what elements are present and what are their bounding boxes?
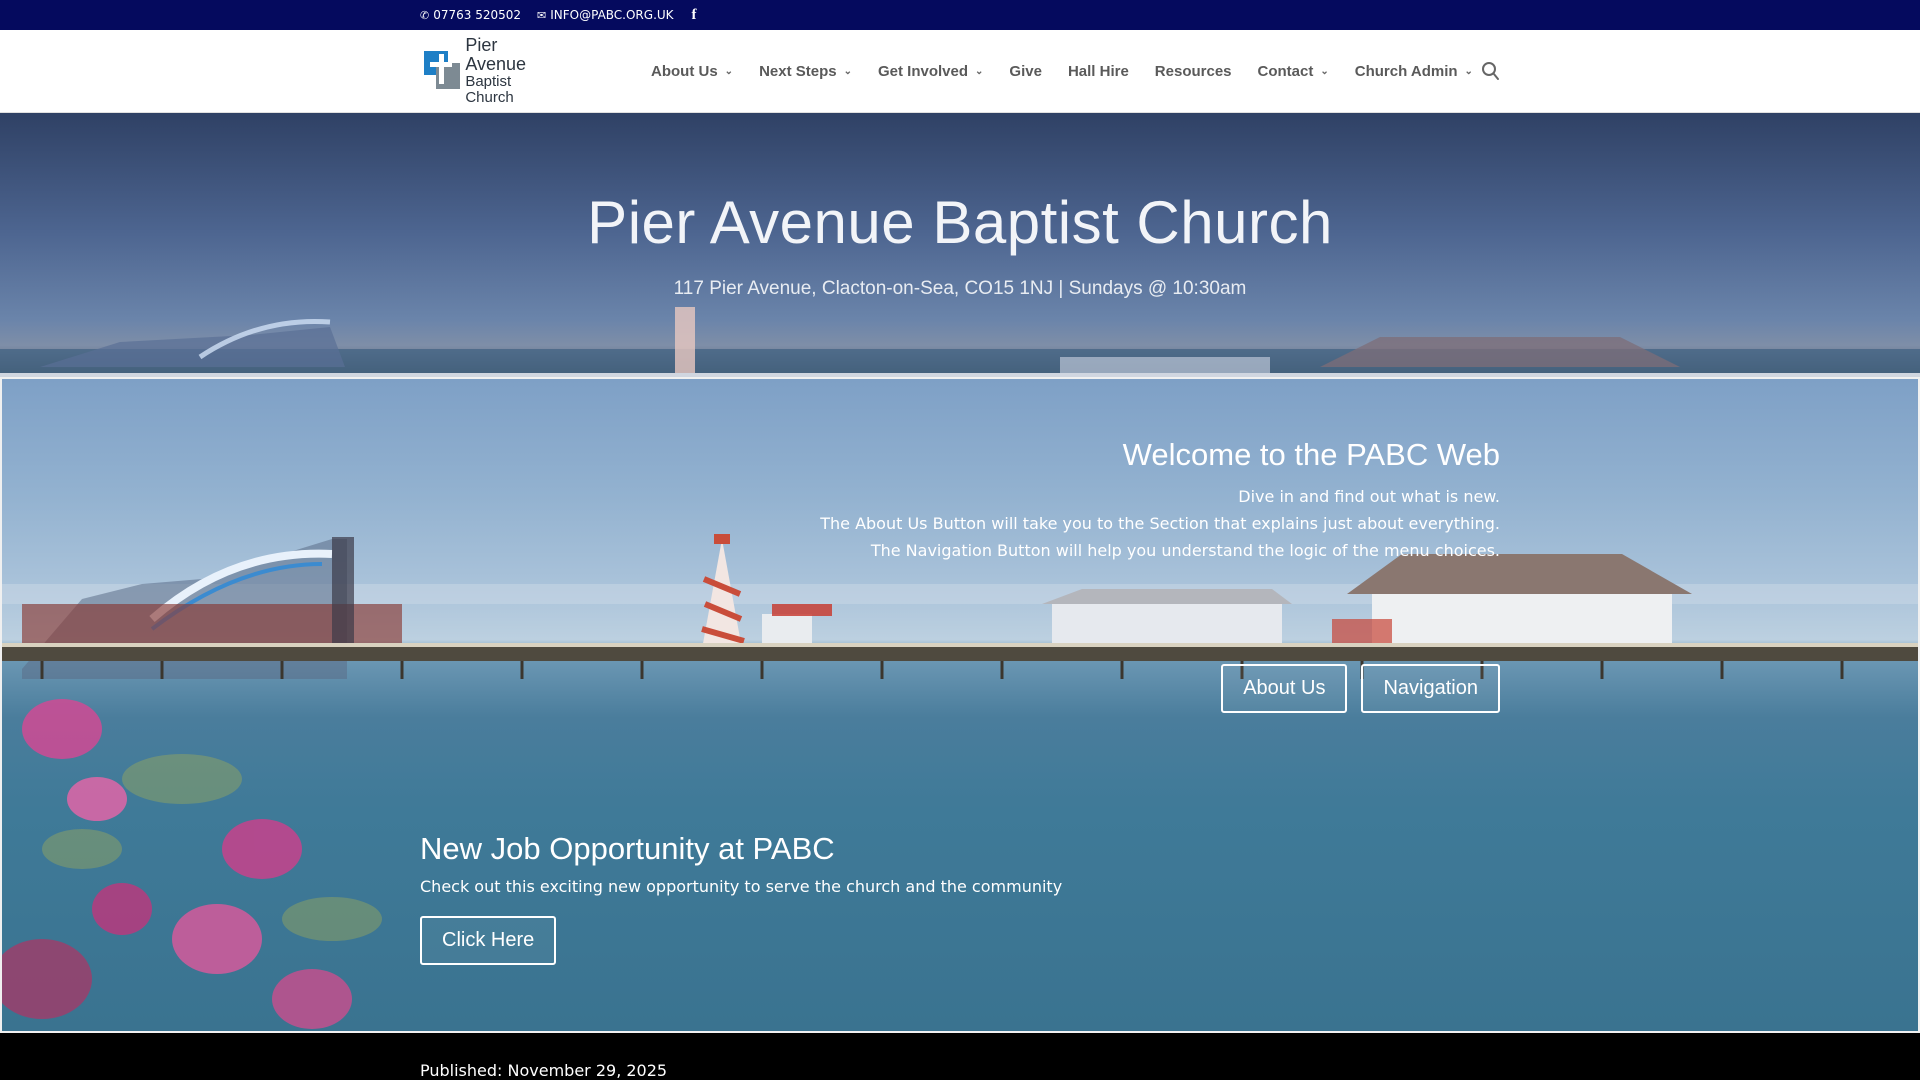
logo-wordmark: Pier Avenue Baptist Church (465, 36, 562, 105)
phone-icon: ✆ (420, 8, 430, 22)
nav-label: Contact (1257, 62, 1314, 80)
welcome-line: Dive in and find out what is new. (1238, 487, 1500, 506)
nav-label: Give (1009, 62, 1042, 80)
job-description: Check out this exciting new opportunity … (420, 877, 1063, 896)
nav-label: Resources (1154, 62, 1232, 80)
welcome-line: The About Us Button will take you to the… (820, 514, 1500, 533)
envelope-icon: ✉ (537, 8, 547, 22)
site-logo[interactable]: Pier Avenue Baptist Church (422, 36, 562, 105)
chevron-down-icon: ⌄ (1320, 65, 1329, 77)
nav-next-steps[interactable]: Next Steps ⌄ (759, 63, 852, 80)
chevron-down-icon: ⌄ (975, 65, 984, 77)
chevron-down-icon: ⌄ (1464, 65, 1473, 77)
nav-contact[interactable]: Contact ⌄ (1258, 63, 1329, 80)
phone-link[interactable]: ✆ 07763 520502 (420, 8, 521, 22)
welcome-block: Welcome to the PABC Web Dive in and find… (600, 437, 1500, 564)
job-block: New Job Opportunity at PABC Check out th… (420, 831, 1120, 965)
nav-label: Next Steps (759, 62, 837, 80)
pier-background-image (0, 307, 1920, 377)
hero-banner: Pier Avenue Baptist Church 117 Pier Aven… (0, 113, 1920, 377)
search-icon[interactable] (1480, 60, 1500, 82)
click-here-button[interactable]: Click Here (420, 916, 557, 965)
top-bar-content: ✆ 07763 520502 ✉ INFO@PABC.ORG.UK f (420, 0, 697, 30)
hero-title: Pier Avenue Baptist Church (587, 189, 1333, 256)
nav-label: Hall Hire (1067, 62, 1129, 80)
email-address: INFO@PABC.ORG.UK (550, 8, 674, 22)
navigation-button[interactable]: Navigation (1361, 664, 1500, 713)
nav-resources[interactable]: Resources (1155, 63, 1232, 80)
chevron-down-icon: ⌄ (724, 65, 734, 77)
facebook-icon[interactable]: f (692, 7, 697, 24)
phone-number: 07763 520502 (433, 8, 522, 22)
nav-hall-hire[interactable]: Hall Hire (1068, 63, 1129, 80)
hero-subtitle: 117 Pier Avenue, Clacton-on-Sea, CO15 1N… (673, 278, 1247, 299)
published-date: Published: November 29, 2025 (420, 1061, 668, 1080)
logo-line-1: Pier Avenue (465, 35, 527, 75)
nav-about-us[interactable]: About Us ⌄ (651, 63, 733, 80)
site-header: Pier Avenue Baptist Church About Us ⌄ Ne… (0, 30, 1920, 113)
top-bar: ✆ 07763 520502 ✉ INFO@PABC.ORG.UK f (0, 0, 1920, 30)
nav-label: About Us (651, 62, 718, 80)
logo-line-2: Baptist Church (465, 73, 514, 106)
main-nav: About Us ⌄ Next Steps ⌄ Get Involved ⌄ G… (651, 58, 1499, 84)
email-link[interactable]: ✉ INFO@PABC.ORG.UK (537, 8, 674, 22)
chevron-down-icon: ⌄ (843, 65, 852, 77)
welcome-line: The Navigation Button will help you unde… (870, 541, 1500, 560)
nav-give[interactable]: Give (1009, 63, 1042, 80)
job-title: New Job Opportunity at PABC (420, 831, 835, 866)
welcome-slider: Welcome to the PABC Web Dive in and find… (0, 377, 1920, 1033)
content-strip: Published: November 29, 2025 (0, 1033, 1920, 1080)
nav-church-admin[interactable]: Church Admin ⌄ (1355, 63, 1473, 80)
nav-get-involved[interactable]: Get Involved ⌄ (878, 63, 983, 80)
welcome-buttons: About Us Navigation (1221, 664, 1500, 713)
welcome-title: Welcome to the PABC Web (1122, 437, 1500, 472)
about-us-button[interactable]: About Us (1221, 664, 1348, 713)
church-logo-icon (422, 49, 461, 93)
nav-label: Church Admin (1354, 62, 1458, 80)
nav-label: Get Involved (877, 62, 969, 80)
